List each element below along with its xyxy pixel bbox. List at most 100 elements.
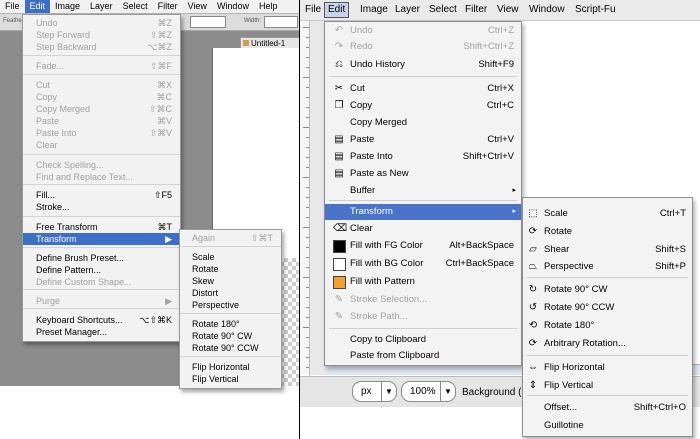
gimp-edit-paste-from-clipboard[interactable]: Paste from Clipboard (325, 348, 521, 364)
menu-item-label: Copy (36, 92, 58, 102)
gimp-menu-image[interactable]: Image (360, 4, 388, 16)
document-icon (243, 40, 249, 46)
ps-transform-rotate[interactable]: Rotate (180, 263, 281, 275)
menu-separator (527, 355, 688, 356)
ps-edit-keyboard-shortcuts[interactable]: Keyboard Shortcuts... ⌥⇧⌘K (23, 314, 180, 326)
menu-separator (23, 216, 180, 217)
ps-menu-view[interactable]: View (183, 0, 212, 13)
gimp-window: File Edit Image Layer Select Filter View… (300, 0, 700, 439)
gimp-transform-perspective[interactable]: ⏢ Perspective Shift+P (523, 259, 692, 275)
ps-edit-fill[interactable]: Fill... ⇧F5 (23, 189, 180, 201)
gimp-edit-transform[interactable]: Transform ▸ (325, 204, 521, 220)
menu-separator (180, 246, 281, 247)
ps-transform-perspective[interactable]: Perspective (180, 299, 281, 311)
ruler-tick (306, 237, 309, 238)
ps-menu-select[interactable]: Select (118, 0, 153, 13)
gimp-transform-offset[interactable]: Offset... Shift+Ctrl+O (523, 400, 692, 416)
ps-transform-rotate-180[interactable]: Rotate 180° (180, 318, 281, 330)
gimp-menu-file[interactable]: File (305, 4, 321, 16)
gimp-menu-window[interactable]: Window (529, 4, 565, 16)
gimp-edit-paste-as-new[interactable]: ▤ Paste as New (325, 166, 521, 182)
ps-transform-distort[interactable]: Distort (180, 287, 281, 299)
menu-item-label: Flip Vertical (544, 380, 594, 391)
gimp-menu-filter[interactable]: Filter (465, 4, 487, 16)
gimp-menu-select[interactable]: Select (429, 4, 457, 16)
ps-transform-rotate-90-ccw[interactable]: Rotate 90° CCW (180, 342, 281, 354)
gimp-transform-flip-horizontal[interactable]: ⇔ Flip Horizontal (523, 360, 692, 376)
shortcut-label: Ctrl+T (659, 208, 686, 219)
menu-separator (527, 395, 688, 396)
ps-transform-skew[interactable]: Skew (180, 275, 281, 287)
gimp-transform-rotate[interactable]: ⟳ Rotate (523, 224, 692, 240)
ruler-tick (306, 187, 309, 188)
gimp-edit-buffer[interactable]: Buffer ▸ (325, 183, 521, 199)
menu-item-label: Define Brush Preset... (36, 253, 125, 263)
gimp-edit-copy-to-clipboard[interactable]: Copy to Clipboard (325, 332, 521, 348)
ps-menu-file[interactable]: File (0, 0, 25, 13)
menu-item-label: Flip Horizontal (544, 362, 605, 373)
ps-menu-edit[interactable]: Edit (24, 0, 51, 13)
gimp-edit-clear[interactable]: ⌫ Clear (325, 221, 521, 237)
ps-transform-rotate-90-cw[interactable]: Rotate 90° CW (180, 330, 281, 342)
gimp-transform-guillotine[interactable]: Guillotine (523, 418, 692, 434)
ps-edit-define-pattern[interactable]: Define Pattern... (23, 264, 180, 276)
gimp-menu-layer[interactable]: Layer (395, 4, 420, 16)
gimp-transform-flip-vertical[interactable]: ⇕ Flip Vertical (523, 378, 692, 394)
flip-vertical-icon: ⇕ (528, 380, 538, 391)
menu-item-label: Flip Vertical (192, 374, 239, 384)
gimp-edit-paste-into[interactable]: ▤ Paste Into Shift+Ctrl+V (325, 149, 521, 165)
gimp-edit-paste[interactable]: ▤ Paste Ctrl+V (325, 132, 521, 148)
gimp-transform-rotate-90-ccw[interactable]: ↺ Rotate 90° CCW (523, 300, 692, 316)
menu-separator (23, 74, 180, 75)
shortcut-label: ⌥⇧⌘K (139, 315, 172, 325)
ps-edit-stroke[interactable]: Stroke... (23, 201, 180, 213)
gimp-edit-undo: ↶ Undo Ctrl+Z (325, 23, 521, 39)
ruler-tick (306, 347, 309, 348)
photoshop-window: File Edit Image Layer Select Filter View… (0, 0, 299, 439)
rotate-icon: ⟳ (528, 226, 538, 237)
feather-label: Feathe (3, 18, 22, 24)
gimp-menu-script-fu[interactable]: Script-Fu (575, 4, 616, 16)
width-field[interactable] (264, 16, 298, 28)
gimp-menubar: File Edit Image Layer Select Filter View… (300, 0, 700, 21)
submenu-arrow-icon: ▶ (165, 234, 172, 244)
ps-edit-free-transform[interactable]: Free Transform ⌘T (23, 221, 180, 233)
gimp-transform-scale[interactable]: ⬚ Scale Ctrl+T (523, 206, 692, 222)
ps-menu-filter[interactable]: Filter (153, 0, 183, 13)
ps-edit-preset-manager[interactable]: Preset Manager... (23, 326, 180, 338)
gimp-transform-rotate-90-cw[interactable]: ↻ Rotate 90° CW (523, 282, 692, 298)
ps-menu-window[interactable]: Window (212, 0, 254, 13)
style-field[interactable] (190, 16, 226, 28)
ps-menu-image[interactable]: Image (50, 0, 85, 13)
gimp-transform-arbitrary-rotation[interactable]: ⟳ Arbitrary Rotation... (523, 336, 692, 352)
shear-icon: ▱ (529, 244, 537, 255)
gimp-edit-fill-with-bg-color[interactable]: Fill with BG Color Ctrl+BackSpace (325, 256, 521, 272)
gimp-edit-fill-with-fg-color[interactable]: Fill with FG Color Alt+BackSpace (325, 238, 521, 254)
gimp-edit-undo-history[interactable]: ⎌ Undo History Shift+F9 (325, 57, 521, 73)
shortcut-label: Alt+BackSpace (449, 240, 514, 251)
ps-edit-define-brush-preset[interactable]: Define Brush Preset... (23, 252, 180, 264)
ps-edit-transform[interactable]: Transform ▶ (23, 233, 180, 245)
ps-menu-layer[interactable]: Layer (85, 0, 118, 13)
ruler-tick (306, 137, 309, 138)
ruler-tick (306, 367, 309, 368)
gimp-edit-fill-with-pattern[interactable]: Fill with Pattern (325, 274, 521, 290)
gimp-edit-copy-merged[interactable]: Copy Merged (325, 115, 521, 131)
ps-transform-scale[interactable]: Scale (180, 251, 281, 263)
gimp-transform-shear[interactable]: ▱ Shear Shift+S (523, 242, 692, 258)
unit-selector[interactable]: px ▼ (352, 381, 397, 402)
ruler-tick (306, 47, 309, 48)
shortcut-label: Ctrl+V (487, 134, 514, 145)
zoom-selector[interactable]: 100% ▼ (401, 381, 456, 402)
ps-transform-flip-vertical[interactable]: Flip Vertical (180, 373, 281, 385)
gimp-edit-cut[interactable]: ✂ Cut Ctrl+X (325, 81, 521, 97)
gimp-menu-edit[interactable]: Edit (324, 2, 350, 18)
ps-menu-help[interactable]: Help (254, 0, 283, 13)
gimp-transform-rotate-180[interactable]: ⟲ Rotate 180° (523, 318, 692, 334)
shortcut-label: Ctrl+Z (487, 25, 514, 36)
perspective-icon: ⏢ (529, 261, 537, 272)
ps-transform-flip-horizontal[interactable]: Flip Horizontal (180, 361, 281, 373)
menu-item-label: Define Pattern... (36, 265, 102, 275)
gimp-edit-copy[interactable]: ❐ Copy Ctrl+C (325, 98, 521, 114)
gimp-menu-view[interactable]: View (497, 4, 519, 16)
